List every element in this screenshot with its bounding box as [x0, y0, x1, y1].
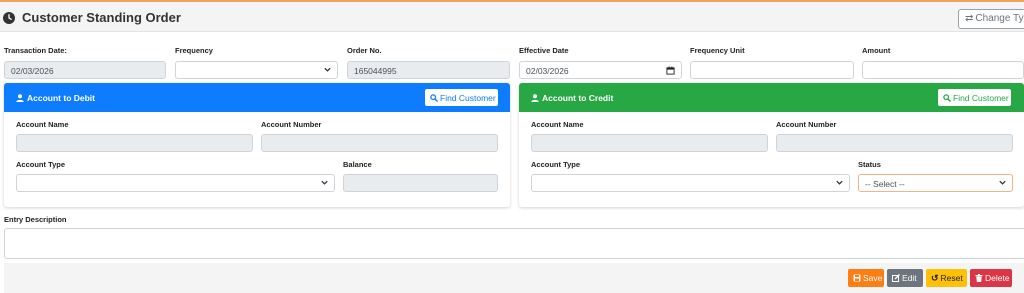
order-no-field: 165044995 — [347, 61, 510, 79]
debit-panel-header: Account to Debit Find Customer — [4, 83, 510, 112]
debit-account-name-field — [16, 134, 253, 152]
effective-date-value: 02/03/2026 — [526, 66, 569, 76]
credit-account-type-select[interactable] — [531, 174, 850, 192]
status-label: Status — [858, 160, 881, 169]
debit-title: Account to Debit — [27, 93, 95, 103]
credit-title: Account to Credit — [542, 93, 614, 103]
edit-icon — [892, 274, 900, 282]
frequency-select[interactable] — [175, 61, 338, 79]
debit-panel: Account to Debit Find Customer Account N… — [4, 83, 510, 207]
page-header: Customer Standing Order ⇄Change Type — [0, 2, 1024, 32]
change-type-button[interactable]: ⇄Change Type — [958, 9, 1024, 29]
find-customer-label: Find Customer — [440, 93, 496, 103]
trash-icon — [975, 274, 983, 282]
reset-label: Reset — [940, 273, 963, 283]
delete-button[interactable]: Delete — [970, 269, 1012, 287]
find-customer-label: Find Customer — [953, 93, 1009, 103]
page-title: Customer Standing Order — [22, 10, 181, 25]
user-icon — [531, 94, 539, 102]
frequency-label: Frequency — [175, 46, 213, 55]
credit-account-number-label: Account Number — [776, 120, 837, 129]
chevron-down-icon — [999, 180, 1006, 185]
calendar-icon[interactable] — [666, 66, 675, 75]
debit-account-number-field — [261, 134, 498, 152]
frequency-unit-input[interactable] — [690, 61, 854, 79]
status-select[interactable]: -- Select -- — [858, 174, 1013, 192]
debit-account-type-label: Account Type — [16, 160, 66, 169]
undo-icon: ↺ — [931, 273, 939, 283]
chevron-down-icon — [321, 180, 328, 185]
save-button[interactable]: Save — [848, 269, 884, 287]
credit-account-name-field — [531, 134, 768, 152]
find-customer-credit-button[interactable]: Find Customer — [937, 88, 1012, 107]
entry-description-label: Entry Description — [4, 215, 67, 224]
balance-label: Balance — [343, 160, 372, 169]
reset-button[interactable]: ↺ Reset — [926, 269, 967, 287]
debit-account-name-label: Account Name — [16, 120, 69, 129]
credit-account-type-label: Account Type — [531, 160, 581, 169]
search-icon — [430, 94, 438, 102]
entry-description-textarea[interactable] — [4, 228, 1024, 259]
credit-account-name-label: Account Name — [531, 120, 584, 129]
chevron-down-icon — [836, 180, 843, 185]
chevron-down-icon — [324, 67, 331, 72]
debit-account-type-select[interactable] — [16, 174, 335, 192]
change-type-label: Change Type — [975, 13, 1024, 24]
search-icon — [943, 94, 951, 102]
save-icon — [853, 274, 861, 282]
effective-date-input[interactable]: 02/03/2026 — [519, 61, 682, 79]
transaction-date-label: Transaction Date: — [4, 46, 67, 55]
find-customer-debit-button[interactable]: Find Customer — [424, 88, 499, 107]
edit-label: Edit — [902, 273, 917, 283]
exchange-icon: ⇄ — [965, 13, 974, 24]
balance-field — [343, 174, 498, 192]
credit-panel: Account to Credit Find Customer Account … — [519, 83, 1024, 207]
transaction-date-field: 02/03/2026 — [4, 61, 166, 79]
edit-button[interactable]: Edit — [887, 269, 923, 287]
order-no-label: Order No. — [347, 46, 382, 55]
effective-date-label: Effective Date — [519, 46, 569, 55]
frequency-unit-label: Frequency Unit — [690, 46, 745, 55]
amount-input[interactable] — [862, 61, 1024, 79]
save-label: Save — [863, 273, 883, 283]
credit-panel-header: Account to Credit Find Customer — [519, 83, 1024, 112]
clock-icon — [3, 12, 15, 24]
credit-account-number-field — [776, 134, 1013, 152]
delete-label: Delete — [985, 273, 1010, 283]
debit-account-number-label: Account Number — [261, 120, 322, 129]
user-icon — [16, 94, 24, 102]
amount-label: Amount — [862, 46, 891, 55]
status-value: -- Select -- — [865, 179, 905, 189]
